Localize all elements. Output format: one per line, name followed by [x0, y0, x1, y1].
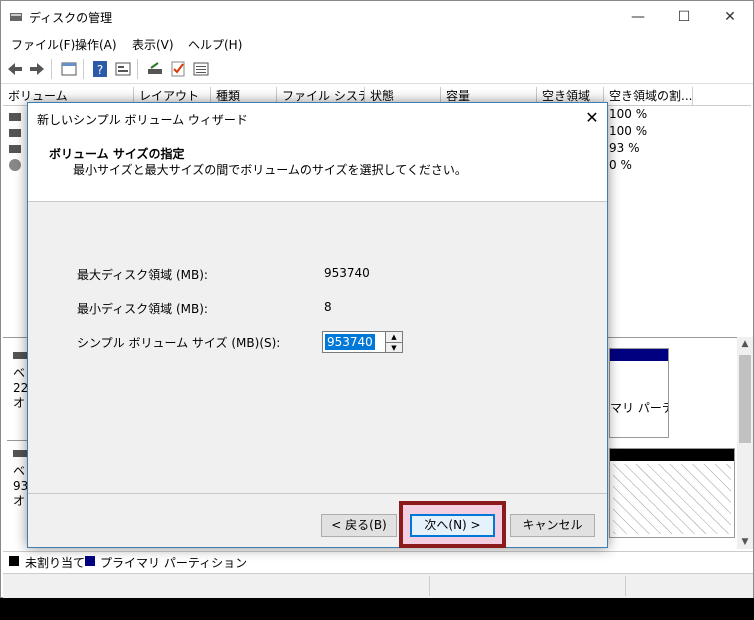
volume-size-label: シンプル ボリューム サイズ (MB)(S):: [77, 336, 281, 350]
svg-text:?: ?: [97, 63, 103, 77]
free-percent-cell: 0 %: [609, 158, 632, 172]
menu-action[interactable]: 操作(A): [75, 36, 117, 53]
vertical-scrollbar[interactable]: ▲ ▼: [737, 337, 753, 549]
back-button[interactable]: < 戻る(B): [321, 514, 397, 537]
legend-bar: 未割り当て プライマリ パーティション: [3, 551, 753, 572]
unallocated-color-bar: [610, 449, 734, 461]
toolbar: ?: [1, 55, 753, 84]
legend-primary-swatch: [85, 556, 95, 566]
status-divider: [429, 576, 430, 596]
scroll-thumb[interactable]: [739, 355, 751, 443]
new-simple-volume-wizard: 新しいシンプル ボリューム ウィザード ✕ ボリューム サイズの指定 最小サイズ…: [27, 102, 608, 548]
menu-file[interactable]: ファイル(F): [11, 36, 75, 53]
back-arrow-icon[interactable]: [6, 60, 24, 78]
scroll-down-icon[interactable]: ▼: [737, 537, 753, 547]
console-tree-icon[interactable]: [60, 60, 78, 78]
min-size-label: 最小ディスク領域 (MB):: [77, 302, 208, 316]
disk-management-icon: [10, 13, 22, 21]
free-percent-cell: 100 %: [609, 107, 648, 121]
menu-help[interactable]: ヘルプ(H): [188, 36, 242, 53]
free-percent-cell: 100 %: [609, 124, 648, 138]
disk-icon: [13, 450, 27, 457]
volume-size-spinner[interactable]: ▲ ▼: [386, 331, 403, 353]
forward-arrow-icon[interactable]: [28, 60, 46, 78]
max-size-label: 最大ディスク領域 (MB):: [77, 268, 208, 282]
volume-size-value[interactable]: 953740: [325, 334, 375, 350]
column-header-free-percent[interactable]: 空き領域の割...: [604, 87, 693, 105]
maximize-button[interactable]: ☐: [661, 1, 707, 33]
unallocated-hatch: [613, 464, 731, 534]
wizard-title: 新しいシンプル ボリューム ウィザード: [37, 113, 248, 127]
partition-label: マリ パーティ: [610, 401, 668, 415]
toolbar-separator: [51, 59, 52, 79]
wizard-subheading: 最小サイズと最大サイズの間でボリュームのサイズを選択してください。: [73, 163, 467, 177]
wizard-header: 新しいシンプル ボリューム ウィザード ✕ ボリューム サイズの指定 最小サイズ…: [28, 103, 607, 202]
max-size-value: 953740: [324, 266, 370, 280]
toolbar-separator: [83, 59, 84, 79]
legend-unallocated-swatch: [9, 556, 19, 566]
legend-unallocated-label: 未割り当て: [25, 556, 86, 570]
optical-drive-icon: [9, 159, 21, 171]
unallocated-box[interactable]: [609, 448, 735, 538]
properties-icon[interactable]: [114, 60, 132, 78]
wizard-divider: [28, 493, 607, 494]
legend-primary-label: プライマリ パーティション: [100, 556, 248, 570]
wizard-heading: ボリューム サイズの指定: [49, 147, 185, 161]
spin-up-icon[interactable]: ▲: [386, 332, 402, 343]
list-view-icon[interactable]: [192, 60, 210, 78]
connect-disk-icon[interactable]: [146, 60, 164, 78]
spin-down-icon[interactable]: ▼: [386, 343, 402, 353]
drive-icon: [9, 113, 21, 121]
drive-icon: [9, 145, 21, 153]
window-title: ディスクの管理: [29, 11, 113, 25]
free-percent-cell: 93 %: [609, 141, 640, 155]
menu-bar: ファイル(F) 操作(A) 表示(V) ヘルプ(H): [1, 33, 753, 55]
cancel-button[interactable]: キャンセル: [510, 514, 595, 537]
min-size-value: 8: [324, 300, 332, 314]
toolbar-separator: [137, 59, 138, 79]
menu-view[interactable]: 表示(V): [132, 36, 174, 53]
drive-icon: [9, 129, 21, 137]
title-bar: ディスクの管理 — ☐ ✕: [1, 1, 753, 33]
disk-icon: [13, 352, 27, 359]
wizard-close-button[interactable]: ✕: [580, 107, 604, 129]
scroll-up-icon[interactable]: ▲: [737, 339, 753, 349]
minimize-button[interactable]: —: [615, 1, 661, 33]
partition-color-bar: [610, 349, 668, 361]
help-icon[interactable]: ?: [91, 60, 109, 78]
status-divider: [625, 576, 626, 596]
close-button[interactable]: ✕: [707, 1, 753, 33]
volume-size-input[interactable]: 953740: [322, 331, 386, 353]
partition-box[interactable]: マリ パーティ: [609, 348, 669, 438]
check-icon[interactable]: [169, 60, 187, 78]
status-bar: [3, 573, 753, 598]
next-button[interactable]: 次へ(N) >: [410, 514, 495, 537]
